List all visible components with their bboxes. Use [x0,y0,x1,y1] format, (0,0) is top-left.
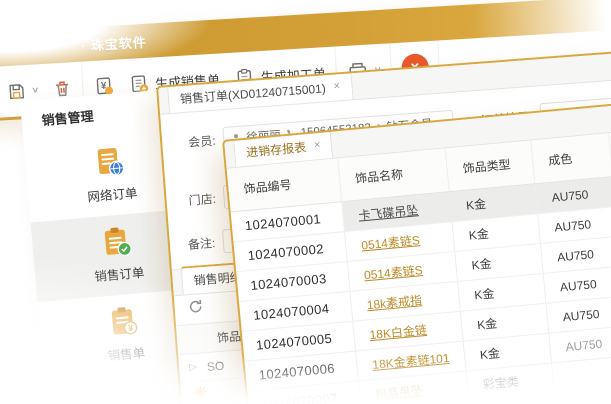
item-name-link[interactable]: 粉晶吊坠 [374,382,423,403]
detail-row-text: SO [206,358,224,373]
title-bullet: · [80,38,86,53]
tab-close-icon[interactable]: × [333,81,340,92]
save-dropdown-caret[interactable]: ∨ [31,85,40,94]
cell-color: AU750 [547,297,611,333]
row-expander-icon[interactable]: ▷ [189,362,198,374]
detail-toolbar [188,299,203,314]
item-name-link[interactable]: 18K白金链 [369,321,428,343]
sidebar-item-label: 网络订单 [87,182,138,205]
report-table: 饰品编号 饰品名称 饰品类型 成色 1024070001 卡飞碟吊坠 K金 AU… [227,129,611,404]
svg-text:¥: ¥ [128,323,134,333]
tab-label: 销售订单(XD01240715001) [179,79,326,107]
member-label: 会员: [188,131,217,150]
item-name-link[interactable]: 18K金素链101 [372,349,451,373]
delete-button[interactable] [52,78,73,99]
item-name-link[interactable]: 卡飞碟吊坠 [358,201,419,223]
asterisk-icon [194,385,208,399]
sales-slip-icon: ¥ [105,303,142,340]
item-name-link[interactable]: 18k素戒指 [366,291,423,313]
cell-color: AU750 [541,237,611,273]
col-header-color[interactable]: 成色 [531,133,611,183]
save-icon [6,80,27,101]
report-tab-label: 进销存报表 [245,138,306,160]
cell-color: AU750 [544,267,611,303]
sidebar-item-label: 销售单 [107,342,146,364]
tab-close-icon[interactable]: × [313,140,320,152]
screenshot-stage: · 珠宝软件 ∨ ¥ [0,0,611,404]
sidebar-item-label: 销售订单 [94,262,145,285]
report-window: 进销存报表 × 饰品编号 饰品名称 饰品类型 成色 1024070001 卡飞碟… [222,100,611,404]
app-title: · 珠宝软件 [80,31,147,54]
network-order-icon [91,144,128,181]
store-label: 门店: [188,189,217,208]
cell-color: AU750 [549,326,611,362]
sales-order-icon [98,224,135,261]
save-button[interactable]: ∨ [6,80,39,102]
cell-color [552,356,611,392]
col-header-type[interactable]: 饰品类型 [446,140,536,191]
item-name-link[interactable]: 0514素链S [363,261,423,283]
refresh-icon[interactable] [188,299,203,314]
remark-label: 备注: [187,234,216,253]
status-row [194,385,208,404]
item-name-link[interactable]: 0514素链S [361,231,421,253]
